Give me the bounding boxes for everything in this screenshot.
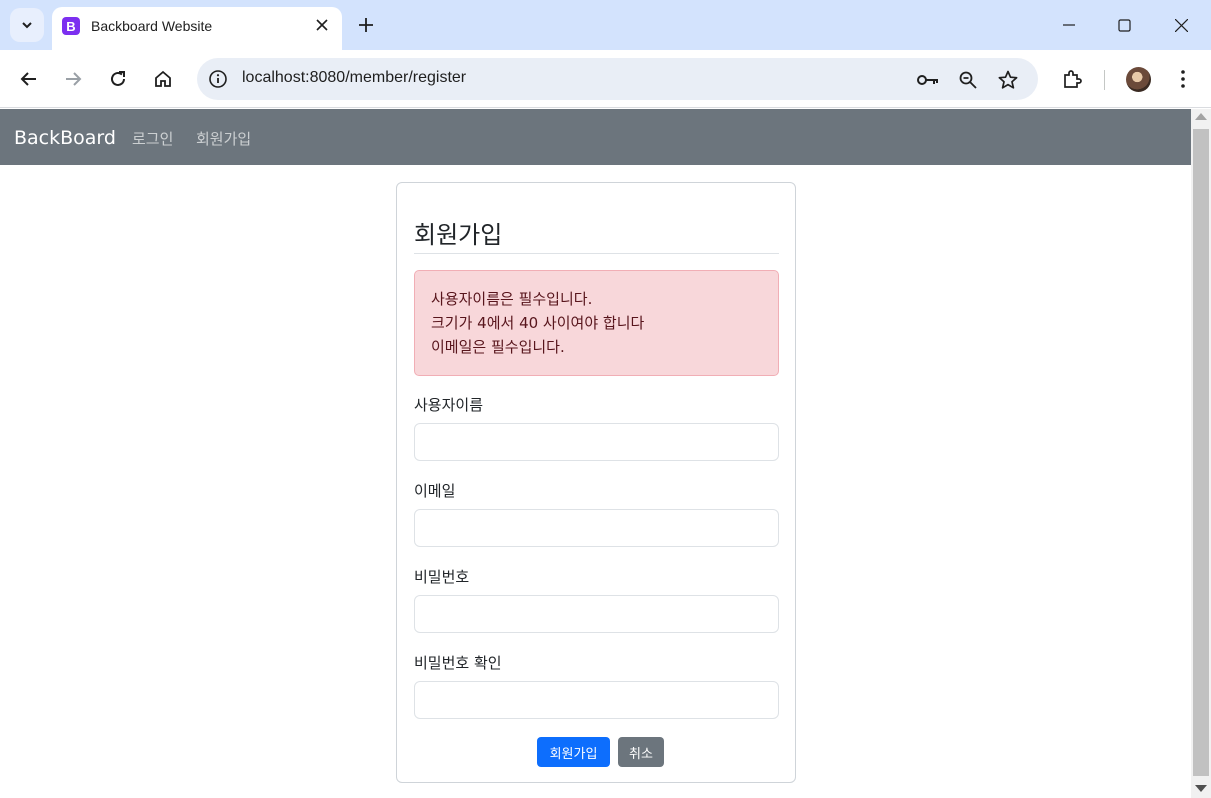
toolbar-separator [1104, 70, 1105, 90]
home-button[interactable] [147, 63, 179, 95]
tab-title: Backboard Website [91, 18, 213, 34]
username-input[interactable] [414, 423, 779, 461]
reload-button[interactable] [102, 63, 134, 95]
window-close-button[interactable] [1168, 12, 1194, 38]
more-vertical-icon [1181, 70, 1185, 88]
error-message: 크기가 4에서 40 사이여야 합니다 [431, 314, 645, 332]
error-message: 이메일은 필수입니다. [431, 338, 565, 356]
reload-icon [111, 71, 125, 86]
title-divider [414, 253, 779, 254]
error-alert: 사용자이름은 필수입니다. 크기가 4에서 40 사이여야 합니다 이메일은 필… [414, 270, 779, 376]
bootstrap-favicon-icon: B [62, 17, 80, 35]
password-key-button[interactable] [916, 68, 940, 92]
key-icon [917, 75, 938, 85]
profile-avatar[interactable] [1126, 67, 1151, 92]
arrow-right-icon [66, 72, 82, 86]
email-label: 이메일 [414, 482, 456, 500]
error-message: 사용자이름은 필수입니다. [431, 290, 593, 308]
zoom-out-icon [959, 71, 977, 89]
browser-tab-active[interactable]: B Backboard Website [52, 7, 342, 50]
minimize-icon [1063, 24, 1075, 26]
close-icon [316, 19, 328, 31]
minimize-button[interactable] [1056, 12, 1082, 38]
page-title: 회원가입 [414, 221, 503, 249]
info-icon [209, 70, 227, 88]
register-card: 회원가입 사용자이름은 필수입니다. 크기가 4에서 40 사이여야 합니다 이… [396, 182, 796, 783]
page-scrollbar[interactable] [1191, 109, 1211, 798]
chevron-down-icon [22, 22, 32, 29]
site-info-button[interactable] [207, 68, 229, 90]
browser-toolbar: localhost:8080/member/register [0, 50, 1211, 108]
star-icon [998, 70, 1018, 89]
close-icon [1174, 18, 1188, 32]
scrollbar-thumb[interactable] [1193, 129, 1209, 776]
bookmark-button[interactable] [996, 68, 1020, 92]
back-button[interactable] [13, 63, 45, 95]
username-label: 사용자이름 [414, 396, 484, 414]
zoom-button[interactable] [956, 68, 980, 92]
plus-icon [359, 18, 373, 32]
nav-link-register[interactable]: 회원가입 [196, 128, 251, 149]
page-viewport: BackBoard 로그인 회원가입 회원가입 사용자이름은 필수입니다. 크기… [0, 109, 1191, 798]
password-confirm-input[interactable] [414, 681, 779, 719]
tab-search-button[interactable] [10, 8, 44, 42]
home-icon [155, 70, 171, 87]
password-label: 비밀번호 [414, 568, 470, 586]
nav-link-login[interactable]: 로그인 [132, 128, 173, 149]
forward-button[interactable] [57, 63, 89, 95]
password-confirm-label: 비밀번호 확인 [414, 654, 502, 672]
arrow-left-icon [20, 72, 36, 86]
browser-tab-bar: B Backboard Website [0, 0, 1211, 50]
new-tab-button[interactable] [354, 13, 378, 37]
cancel-button[interactable]: 취소 [618, 737, 664, 767]
email-input[interactable] [414, 509, 779, 547]
scroll-up-arrow-icon[interactable] [1195, 113, 1207, 120]
password-input[interactable] [414, 595, 779, 633]
scroll-down-arrow-icon[interactable] [1195, 785, 1207, 792]
puzzle-icon [1064, 70, 1082, 88]
navbar-brand[interactable]: BackBoard [14, 127, 116, 149]
address-bar[interactable]: localhost:8080/member/register [197, 58, 1038, 100]
maximize-button[interactable] [1111, 12, 1137, 38]
register-submit-button[interactable]: 회원가입 [537, 737, 610, 767]
maximize-icon [1117, 18, 1131, 32]
tab-close-button[interactable] [314, 17, 330, 33]
extensions-button[interactable] [1056, 63, 1088, 95]
url-text[interactable]: localhost:8080/member/register [242, 69, 466, 87]
site-navbar: BackBoard 로그인 회원가입 [0, 109, 1191, 165]
browser-menu-button[interactable] [1167, 63, 1199, 95]
